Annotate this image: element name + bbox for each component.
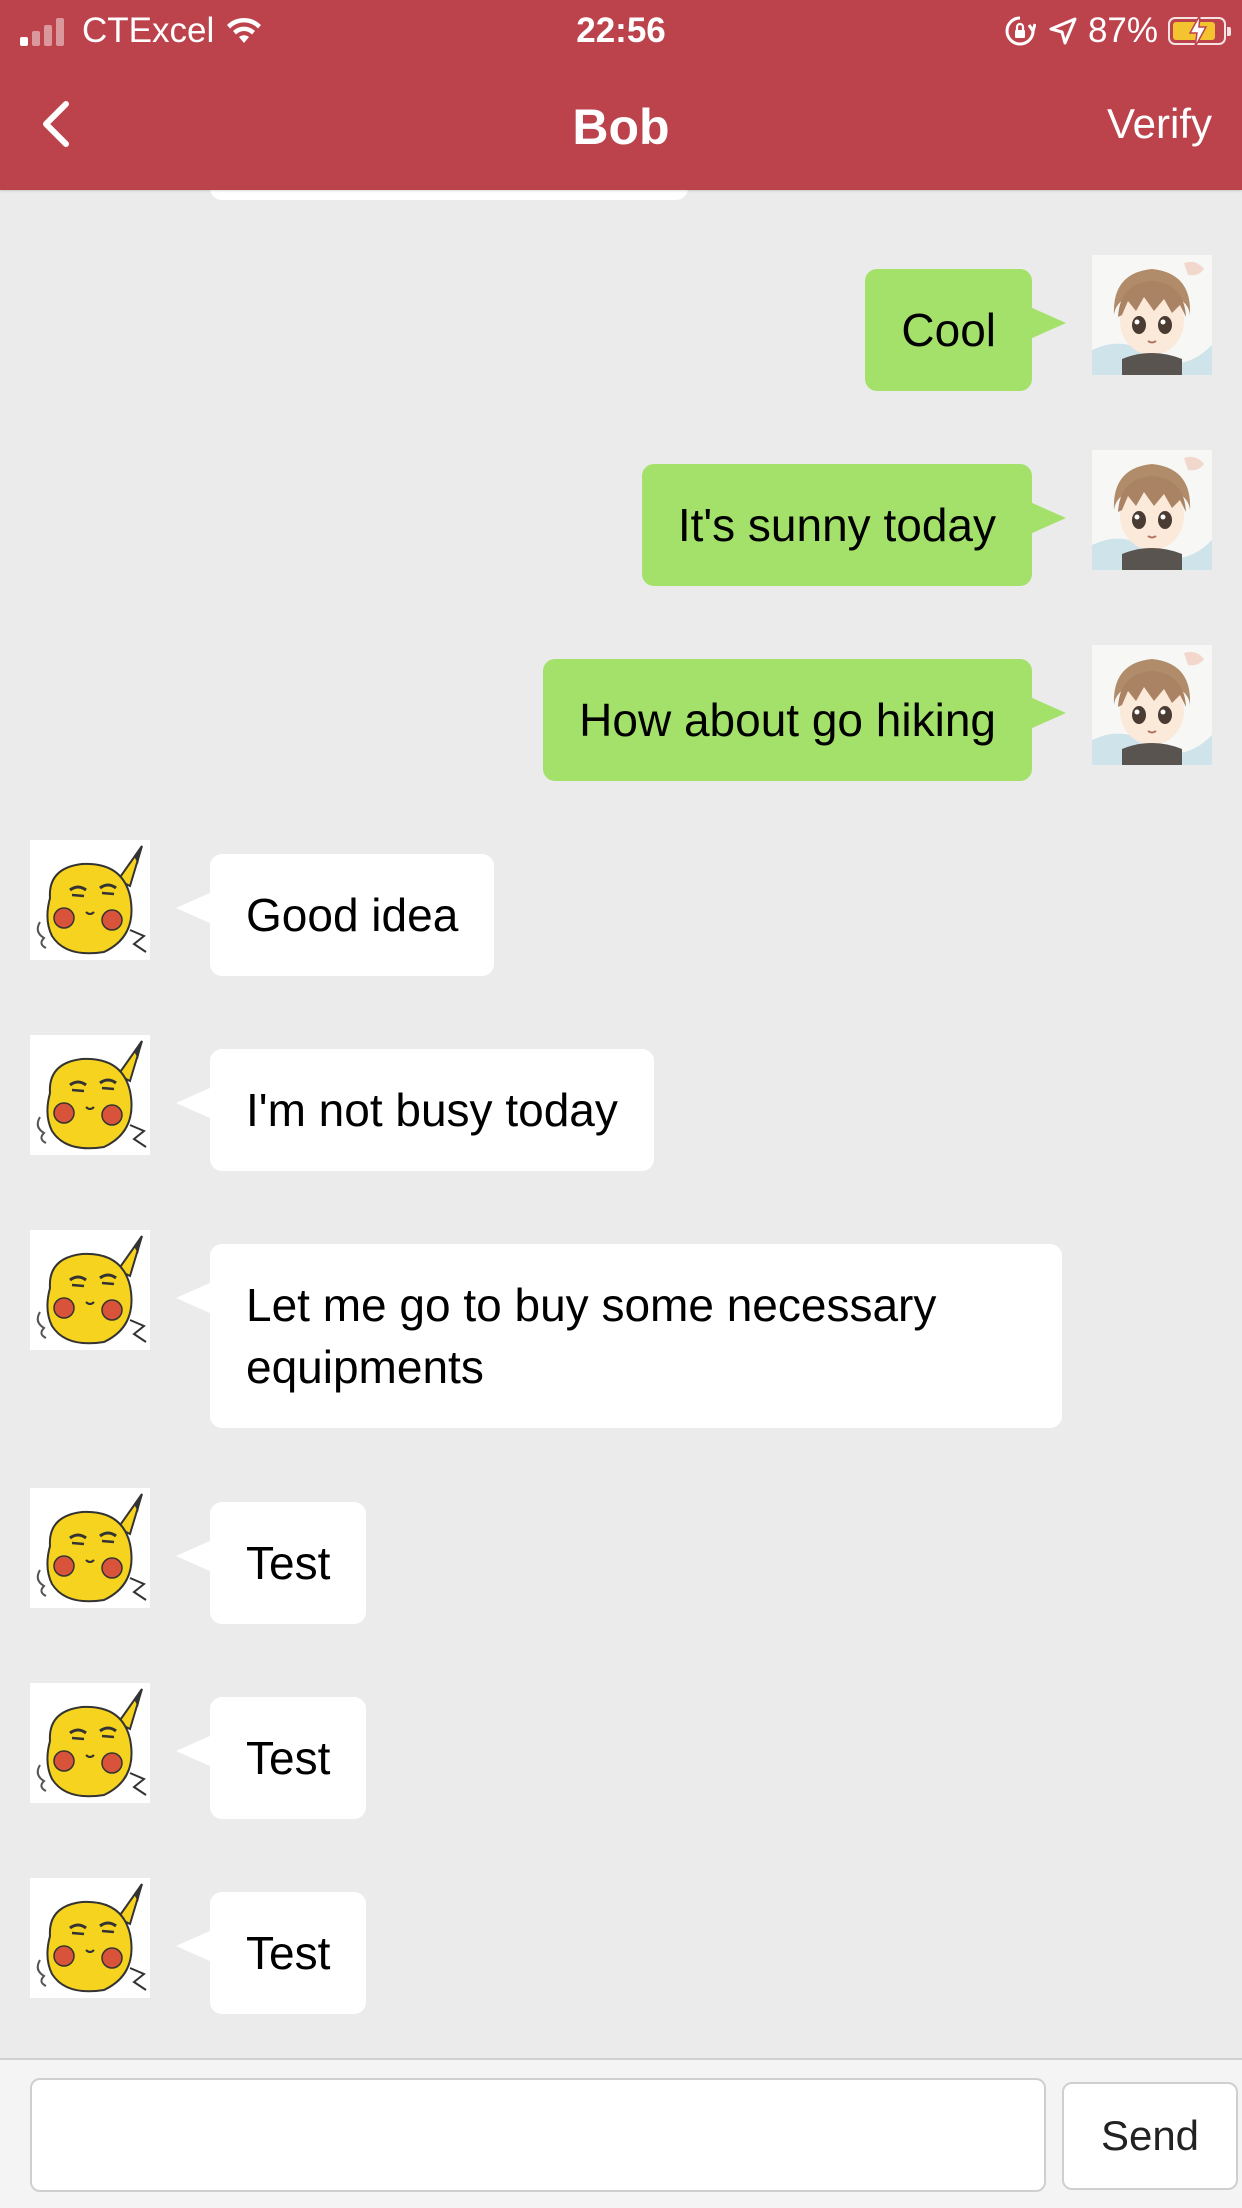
incoming-message-bubble[interactable]: Let me go to buy some necessary equipmen… [176, 1244, 1062, 1428]
battery-icon [1168, 15, 1231, 47]
battery-percent: 87% [1087, 11, 1158, 50]
outgoing-message-bubble[interactable]: How about go hiking [543, 659, 1066, 781]
anime-boy-avatar[interactable] [1092, 255, 1212, 375]
message-row: I'm not busy today [0, 1035, 1242, 1185]
pikachu-avatar[interactable] [30, 1035, 150, 1155]
pikachu-avatar[interactable] [30, 1488, 150, 1608]
anime-boy-avatar[interactable] [1092, 645, 1212, 765]
header: CTExcel 22:56 87% Bob Verify [0, 0, 1242, 190]
location-arrow-icon [1049, 17, 1077, 45]
page-title: Bob [572, 99, 670, 155]
message-row: It's sunny today [0, 450, 1242, 600]
composer-bar: Send [0, 2058, 1242, 2208]
outgoing-message-bubble[interactable]: Cool [865, 269, 1066, 391]
orientation-lock-icon [1005, 16, 1036, 46]
status-bar: CTExcel 22:56 87% [0, 0, 1242, 62]
battery-tip [1227, 27, 1231, 36]
status-right: 87% [1004, 8, 1231, 54]
incoming-message-bubble[interactable]: I'm not busy today [176, 1049, 654, 1171]
pikachu-avatar[interactable] [30, 1230, 150, 1350]
message-row: Cool [0, 255, 1242, 405]
message-row: Test [0, 1683, 1242, 1833]
charging-bolt-icon [1188, 15, 1208, 47]
pikachu-avatar[interactable] [30, 1878, 150, 1998]
incoming-message-bubble[interactable]: Good idea [175, 854, 495, 976]
anime-boy-avatar[interactable] [1092, 450, 1212, 570]
partial-message-bubble [210, 190, 688, 200]
message-row: Test [0, 1878, 1242, 2028]
incoming-message-bubble[interactable]: Test [175, 1502, 367, 1624]
message-input[interactable] [30, 2078, 1046, 2192]
chat-area[interactable]: Cool It's sunny today How about go hikin… [0, 190, 1242, 2058]
message-row: How about go hiking [0, 645, 1242, 795]
pikachu-avatar[interactable] [30, 840, 150, 960]
send-button[interactable]: Send [1062, 2082, 1238, 2190]
incoming-message-bubble[interactable]: Test [175, 1892, 367, 2014]
outgoing-message-bubble[interactable]: It's sunny today [641, 464, 1067, 586]
nav-bar: Bob Verify [0, 62, 1242, 190]
message-row: Good idea [0, 840, 1242, 990]
message-row: Let me go to buy some necessary equipmen… [0, 1230, 1242, 1440]
pikachu-avatar[interactable] [30, 1683, 150, 1803]
incoming-message-bubble[interactable]: Test [175, 1697, 367, 1819]
message-row: Test [0, 1488, 1242, 1638]
verify-button[interactable]: Verify [1107, 100, 1212, 148]
